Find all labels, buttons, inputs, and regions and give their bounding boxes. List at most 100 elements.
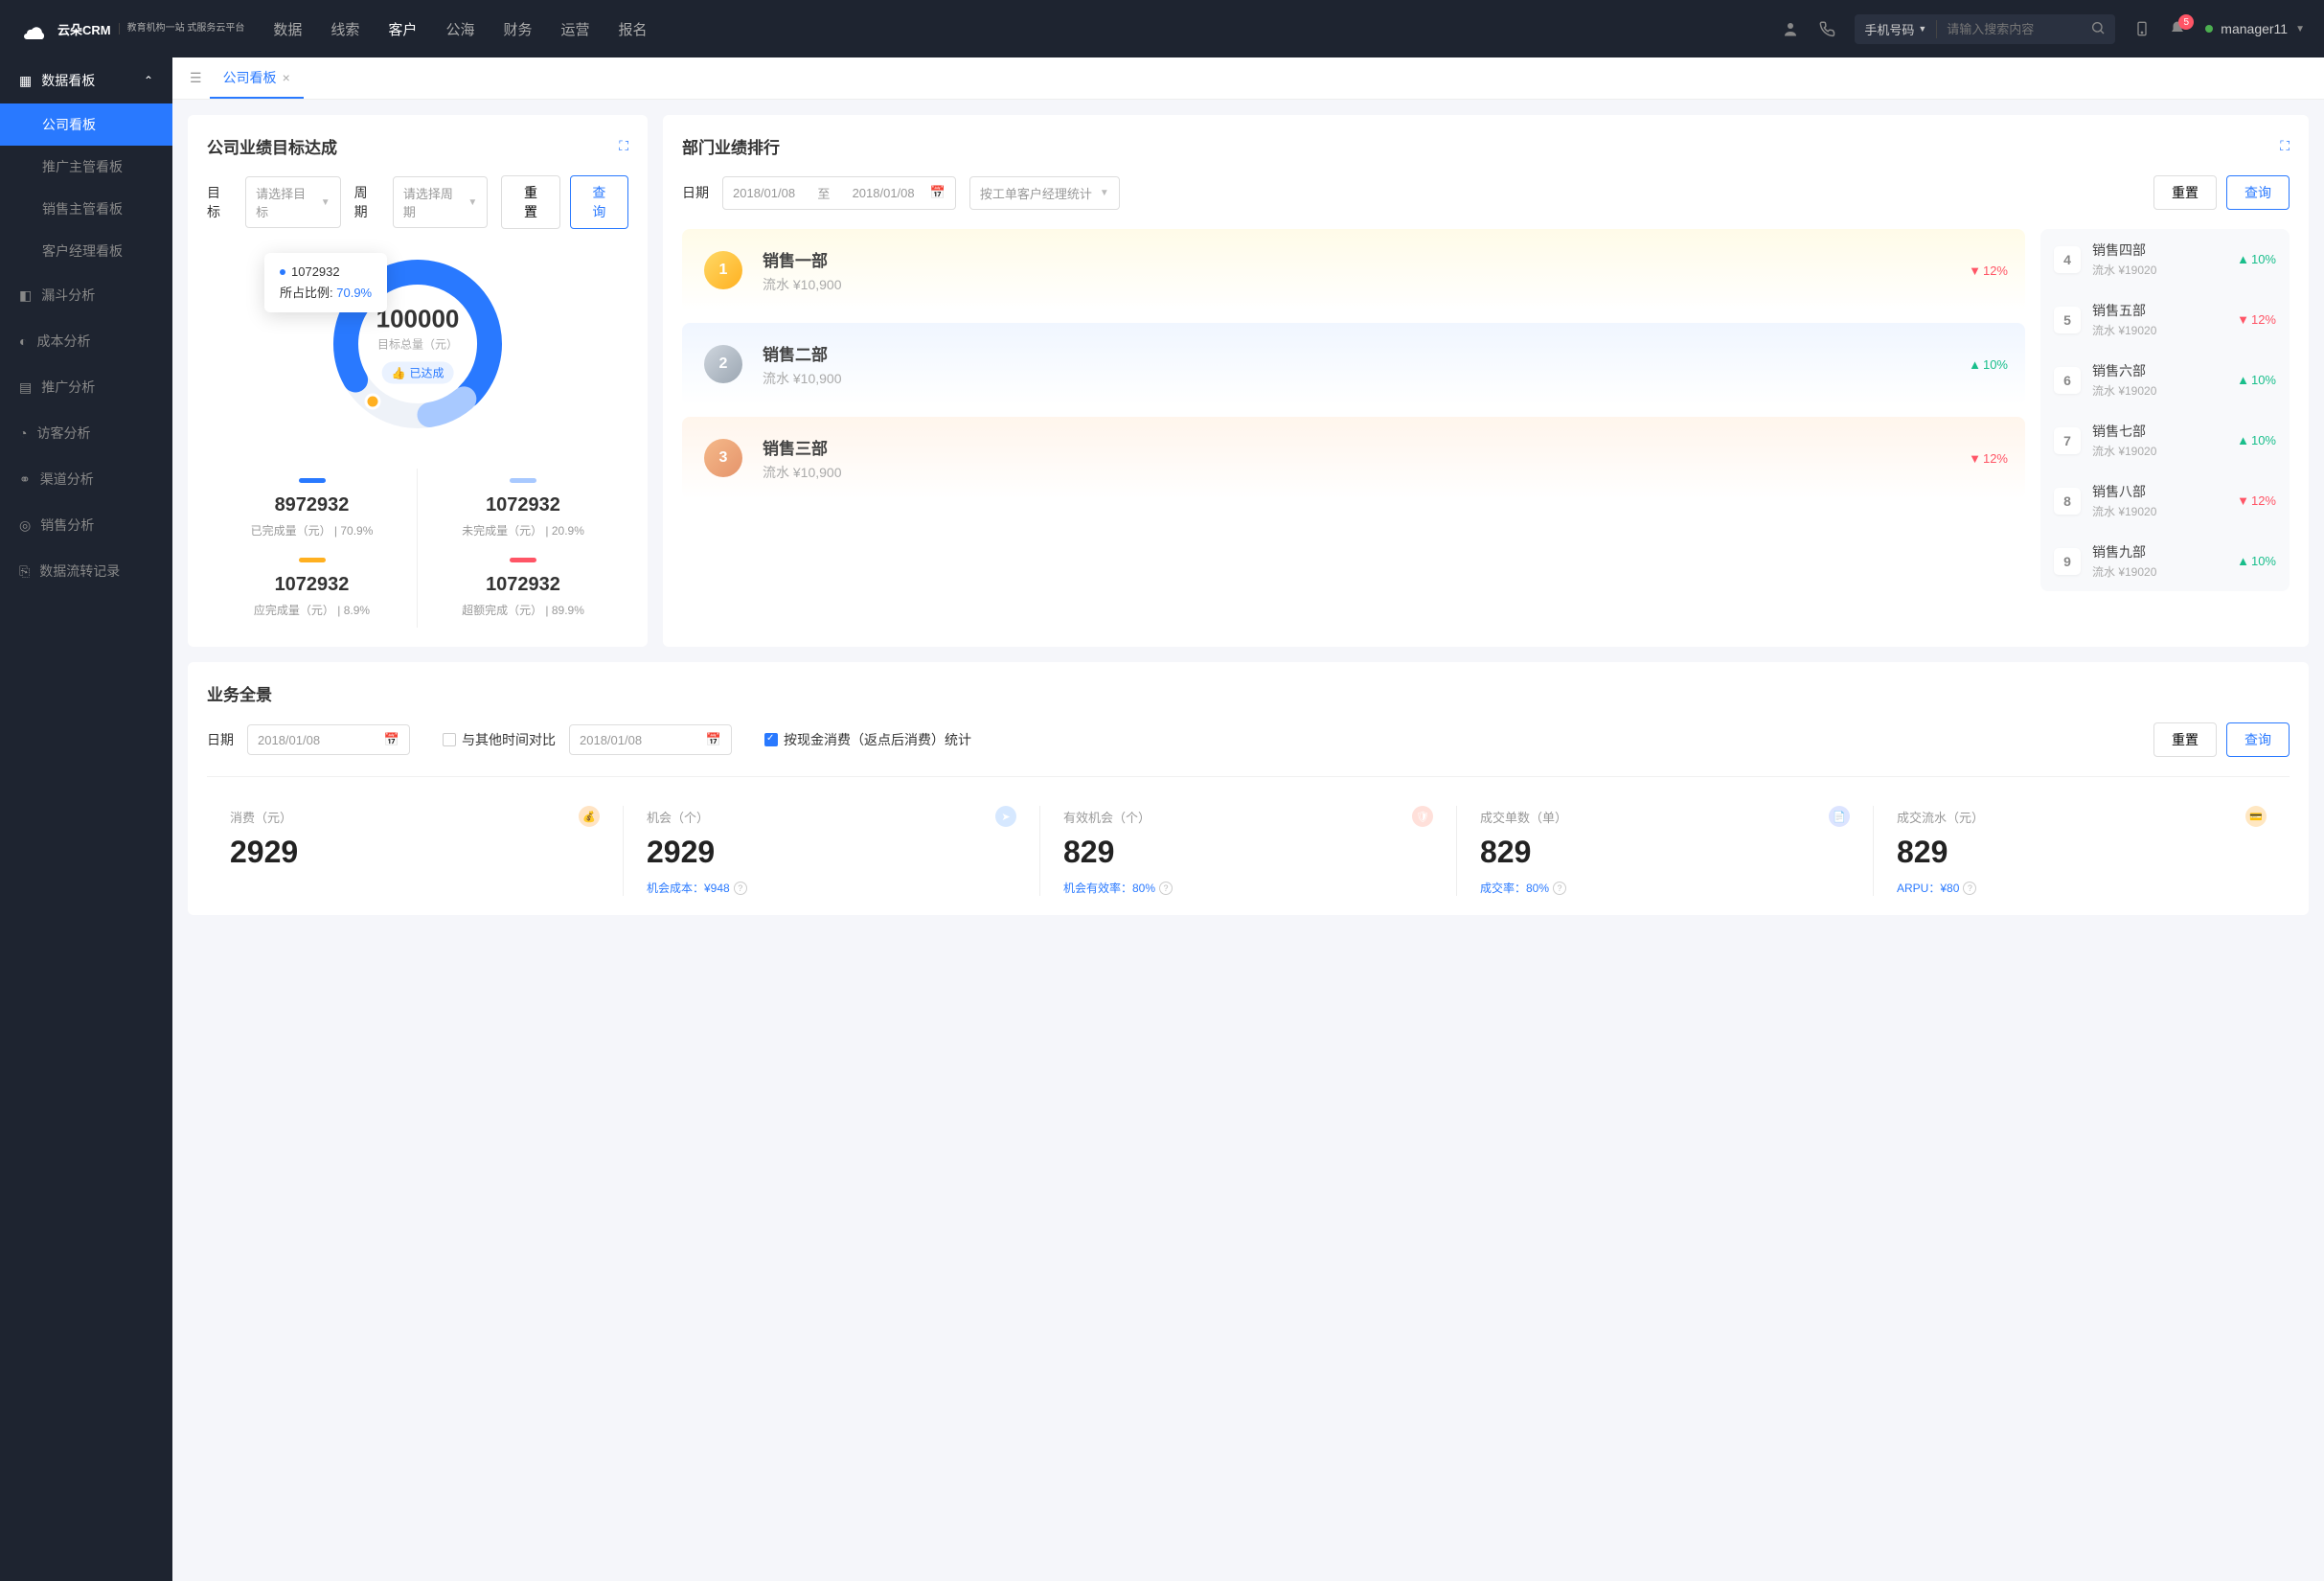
sidebar-subitem[interactable]: 公司看板 [0,103,172,146]
calendar-icon: 📅 [930,185,946,200]
compare-label: 与其他时间对比 [462,730,556,749]
rank-row[interactable]: 7销售七部流水 ¥19020▲10% [2040,410,2290,470]
reset-button[interactable]: 重置 [501,175,559,229]
user-menu[interactable]: manager11 ▼ [2205,21,2305,36]
overview-metric: 消费（元）💰2929 [207,806,624,896]
expand-icon[interactable]: ⛶ [619,138,628,154]
card-title: 公司业绩目标达成 [207,134,337,158]
tab-bar: ☰ 公司看板 × [172,57,2324,100]
mobile-icon[interactable] [2134,19,2150,38]
overview-card: 业务全景 日期 2018/01/08📅 与其他时间对比 2018/01/08📅 … [188,662,2309,915]
app-header: 云朵CRM 教育机构一站 式服务云平台 数据线索客户公海财务运营报名 手机号码▼… [0,0,2324,57]
date-range-input[interactable]: 2018/01/08 至 2018/01/08 📅 [722,176,956,210]
query-button[interactable]: 查询 [570,175,628,229]
target-select[interactable]: 请选择目标▼ [245,176,340,228]
help-icon[interactable]: ? [1159,882,1173,895]
donut-value: 100000 [376,305,460,334]
expand-icon[interactable]: ⛶ [2280,138,2290,154]
sidebar-icon: ◧ [19,287,32,304]
help-icon[interactable]: ? [1963,882,1976,895]
reset-button[interactable]: 重置 [2153,175,2217,210]
sidebar-subitem[interactable]: 客户经理看板 [0,230,172,272]
target-label: 目标 [207,183,232,221]
chevron-up-icon: ⌃ [144,74,153,87]
rank-top-item[interactable]: 3销售三部流水 ¥10,900▼12% [682,417,2025,499]
nav-item[interactable]: 运营 [560,19,589,39]
rank-row[interactable]: 6销售六部流水 ¥19020▲10% [2040,350,2290,410]
sidebar-subitem[interactable]: 销售主管看板 [0,188,172,230]
user-icon[interactable] [1782,20,1799,37]
sidebar-icon: ⚭ [19,471,31,488]
search-input[interactable] [1947,22,2081,36]
rank-top3: 1销售一部流水 ¥10,900▼12% 2销售二部流水 ¥10,900▲10% 3销… [682,229,2025,591]
rank-row[interactable]: 5销售五部流水 ¥19020▼12% [2040,289,2290,350]
query-button[interactable]: 查询 [2226,722,2290,757]
nav-item[interactable]: 公海 [445,19,474,39]
groupby-select[interactable]: 按工单客户经理统计▼ [969,176,1120,210]
overview-metric: 机会（个）➤2929机会成本：¥948 ? [624,806,1040,896]
overview-metrics: 消费（元）💰2929机会（个）➤2929机会成本：¥948 ?有效机会（个）🛡8… [207,776,2290,896]
top-nav: 数据 线索 客户 公海 财务 运营 报名 [273,19,647,39]
rank-row[interactable]: 4销售四部流水 ¥19020▲10% [2040,229,2290,289]
search-icon[interactable] [2090,20,2106,38]
help-icon[interactable]: ? [734,882,747,895]
sidebar-item[interactable]: ▤推广分析 [0,364,172,410]
chevron-down-icon: ▼ [2295,24,2305,34]
nav-item[interactable]: 线索 [330,19,359,39]
cash-label: 按现金消费（返点后消费）统计 [784,730,971,749]
nav-item[interactable]: 财务 [503,19,532,39]
medal-icon: 1 [699,246,747,294]
date-input-1[interactable]: 2018/01/08📅 [247,724,410,755]
period-select[interactable]: 请选择周期▼ [393,176,488,228]
reset-button[interactable]: 重置 [2153,722,2217,757]
search-type-select[interactable]: 手机号码▼ [1864,20,1937,38]
sidebar-item[interactable]: ◔访客分析 [0,410,172,456]
metric-icon: 📄 [1829,806,1850,827]
period-label: 周期 [354,183,379,221]
medal-icon: 2 [699,340,747,388]
collapse-sidebar-icon[interactable]: ☰ [182,62,210,94]
sidebar-item[interactable]: ▦数据看板⌃ [0,57,172,103]
phone-icon[interactable] [1818,20,1835,37]
calendar-icon: 📅 [706,732,721,747]
donut-chart: 1072932 所占比例: 70.9% 100000 目标总量（元） [207,248,628,440]
tab-company-board[interactable]: 公司看板 × [210,58,304,99]
query-button[interactable]: 查询 [2226,175,2290,210]
stat-item: 1072932应完成量（元） | 8.9% [207,548,418,628]
search-box: 手机号码▼ [1855,14,2115,44]
stat-item: 1072932超额完成（元） | 89.9% [418,548,628,628]
rank-top-item[interactable]: 2销售二部流水 ¥10,900▲10% [682,323,2025,405]
sidebar-item[interactable]: ⚭渠道分析 [0,456,172,502]
cash-checkbox[interactable] [764,733,778,746]
sidebar-item[interactable]: ◎销售分析 [0,502,172,548]
compare-checkbox[interactable] [443,733,456,746]
logo-text: 云朵CRM [57,20,111,38]
cloud-logo-icon [19,13,50,44]
target-card: 公司业绩目标达成 ⛶ 目标 请选择目标▼ 周期 请选择周期▼ 重置 查询 [188,115,648,647]
sidebar-item[interactable]: ◧漏斗分析 [0,272,172,318]
notification-badge: 5 [2178,14,2194,30]
close-icon[interactable]: × [283,70,290,85]
bell-icon[interactable]: 5 [2169,20,2186,37]
metric-icon: 🛡 [1412,806,1433,827]
medal-icon: 3 [699,434,747,482]
nav-item[interactable]: 报名 [618,19,647,39]
sidebar-item[interactable]: ◐成本分析 [0,318,172,364]
help-icon[interactable]: ? [1553,882,1566,895]
sidebar-item[interactable]: ⎘数据流转记录 [0,548,172,594]
metric-icon: 💳 [2245,806,2267,827]
date-label: 日期 [682,183,709,202]
rank-row[interactable]: 9销售九部流水 ¥19020▲10% [2040,531,2290,591]
nav-item[interactable]: 数据 [273,19,302,39]
sidebar-subitem[interactable]: 推广主管看板 [0,146,172,188]
date-input-2[interactable]: 2018/01/08📅 [569,724,732,755]
donut-label: 目标总量（元） [376,336,460,353]
rank-row[interactable]: 8销售八部流水 ¥19020▼12% [2040,470,2290,531]
nav-item[interactable]: 客户 [388,19,417,39]
overview-metric: 成交单数（单）📄829成交率：80% ? [1457,806,1874,896]
rank-top-item[interactable]: 1销售一部流水 ¥10,900▼12% [682,229,2025,311]
stat-item: 8972932已完成量（元） | 70.9% [207,469,418,548]
sidebar-icon: ◎ [19,517,31,534]
main-content: ☰ 公司看板 × 公司业绩目标达成 ⛶ 目标 请选择目标▼ 周期 [172,57,2324,1581]
calendar-icon: 📅 [384,732,399,747]
